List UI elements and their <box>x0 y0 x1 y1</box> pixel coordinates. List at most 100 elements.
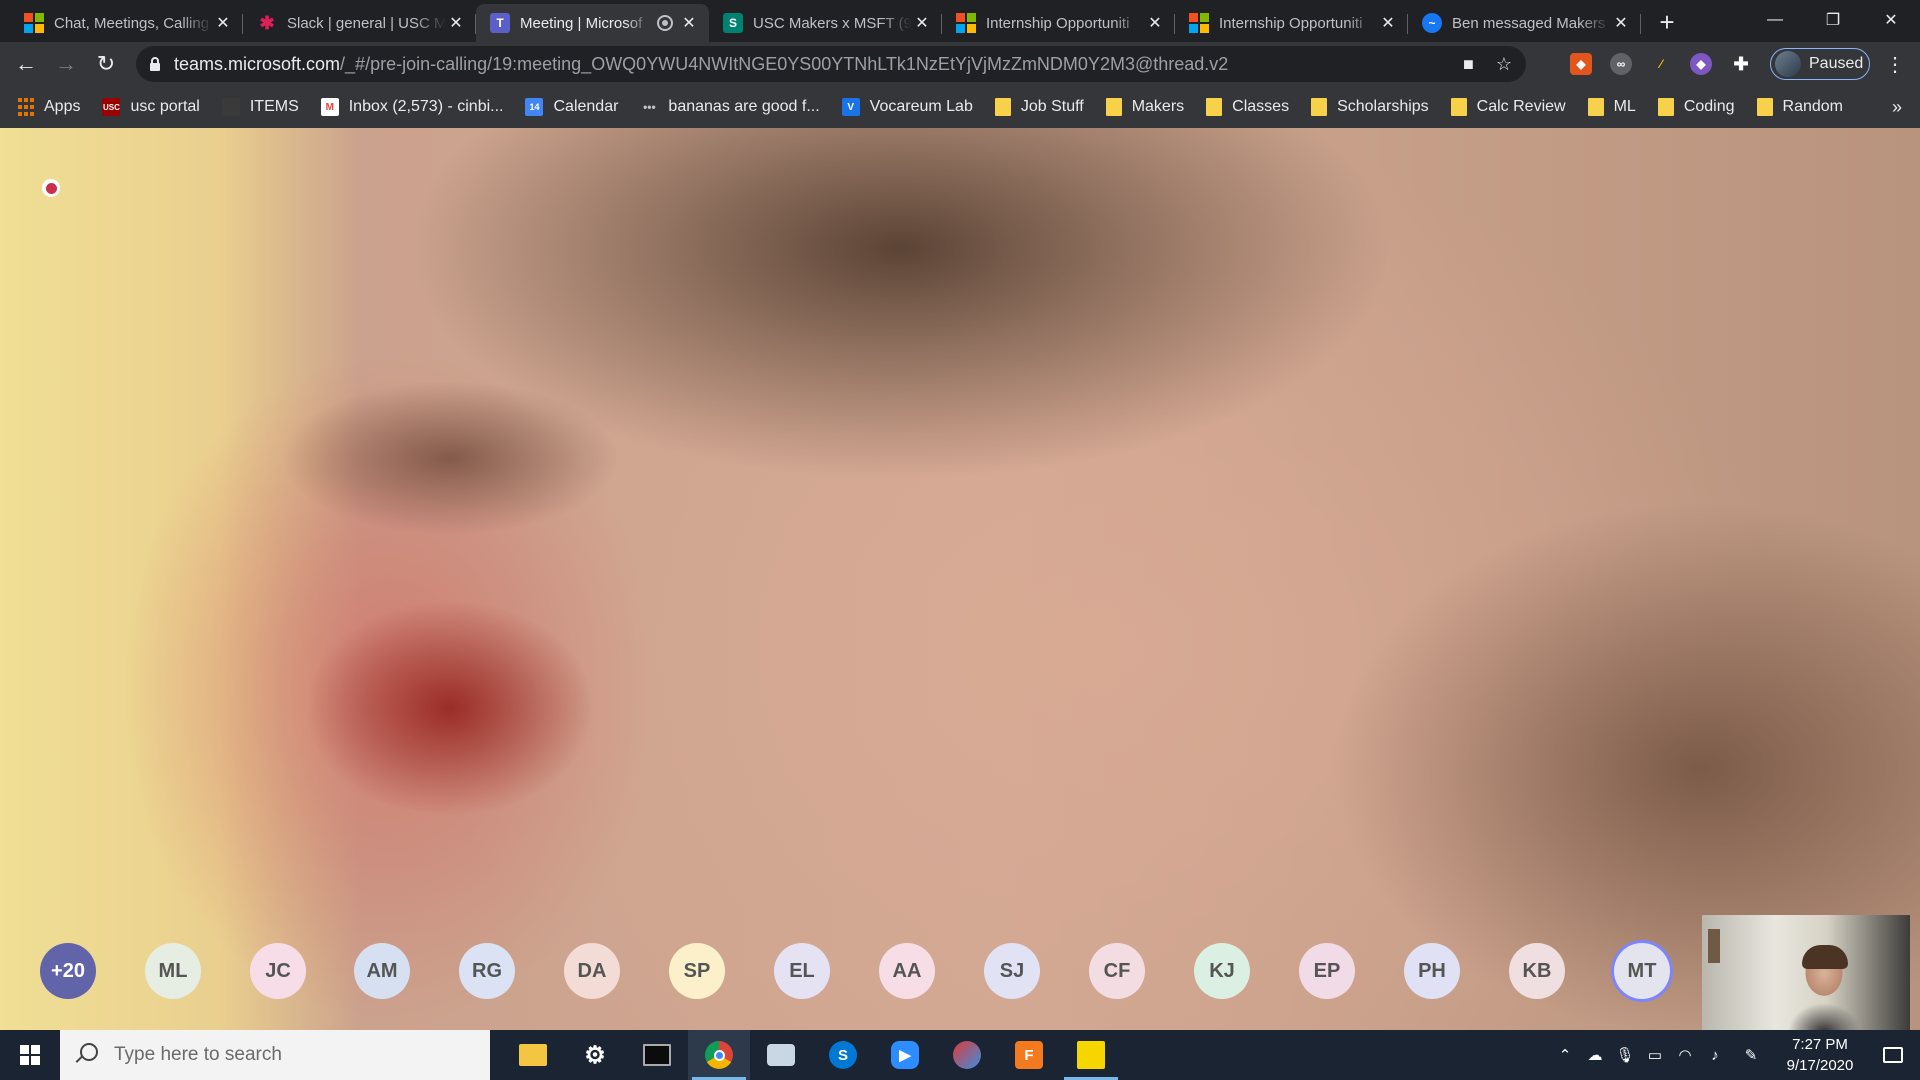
bookmark-bananas[interactable]: ••• bananas are good f... <box>640 91 829 123</box>
participant-avatar[interactable]: PH <box>1404 943 1460 999</box>
taskbar-app-paint[interactable] <box>936 1030 998 1080</box>
participant-avatar[interactable]: SP <box>669 943 725 999</box>
bookmark-folder-calc-review[interactable]: Calc Review <box>1450 91 1576 123</box>
microphone-icon[interactable]: 🎙 <box>1610 1030 1640 1080</box>
bookmark-items[interactable]: ITEMS <box>221 91 309 123</box>
tab-slack[interactable]: ✱ Slack | general | USC M ✕ <box>243 4 476 42</box>
participant-avatar[interactable]: AM <box>354 943 410 999</box>
bookmark-folder-random[interactable]: Random <box>1756 91 1853 123</box>
brave-shield-icon[interactable]: ◆ <box>1570 53 1592 75</box>
address-bar[interactable]: teams.microsoft.com/_#/pre-join-calling/… <box>136 46 1526 82</box>
tab-internship-2[interactable]: Internship Opportuniti ✕ <box>1175 4 1408 42</box>
participant-avatar[interactable]: EL <box>774 943 830 999</box>
calendar-icon: 14 <box>525 98 544 116</box>
close-icon[interactable]: ✕ <box>912 13 932 33</box>
wifi-icon[interactable]: ◠ <box>1670 1030 1700 1080</box>
close-icon[interactable]: ✕ <box>1145 13 1165 33</box>
taskbar-app-file-explorer[interactable] <box>502 1030 564 1080</box>
taskbar-app-sticky-notes[interactable] <box>1060 1030 1122 1080</box>
bookmark-folder-job-stuff[interactable]: Job Stuff <box>994 91 1094 123</box>
bookmark-label: Apps <box>44 98 81 115</box>
participant-avatar[interactable]: CF <box>1089 943 1145 999</box>
new-tab-button[interactable]: + <box>1651 6 1683 38</box>
battery-icon[interactable]: ▭ <box>1640 1030 1670 1080</box>
start-button[interactable] <box>0 1030 60 1080</box>
slack-icon: ✱ <box>259 12 275 33</box>
folder-icon <box>1206 98 1223 116</box>
close-icon[interactable]: ✕ <box>1611 13 1631 33</box>
reload-button[interactable]: ↻ <box>86 44 126 84</box>
participant-avatar[interactable]: KJ <box>1194 943 1250 999</box>
bookmark-folder-ml[interactable]: ML <box>1587 91 1646 123</box>
tab-usc-makers[interactable]: S USC Makers x MSFT (9/ ✕ <box>709 4 942 42</box>
taskbar-app-zoom[interactable]: ▶ <box>874 1030 936 1080</box>
participant-avatar[interactable]: RG <box>459 943 515 999</box>
lock-icon[interactable] <box>136 56 174 72</box>
tab-messenger[interactable]: ~ Ben messaged Makers ✕ <box>1408 4 1641 42</box>
grammar-extension-icon[interactable]: ∞ <box>1610 53 1632 75</box>
back-button[interactable]: ← <box>6 44 46 84</box>
folder-icon <box>1587 98 1604 116</box>
participant-avatar-active-speaker[interactable]: MT <box>1614 943 1670 999</box>
audio-playing-icon[interactable] <box>657 15 673 31</box>
bookmark-folder-classes[interactable]: Classes <box>1206 91 1299 123</box>
taskbar-app-chrome[interactable] <box>688 1030 750 1080</box>
bookmark-inbox[interactable]: M Inbox (2,573) - cinbi... <box>320 91 514 123</box>
taskbar-search-box[interactable]: Type here to search <box>60 1030 490 1080</box>
search-placeholder: Type here to search <box>114 1044 282 1065</box>
participant-avatar[interactable]: DA <box>564 943 620 999</box>
participant-avatar[interactable]: KB <box>1509 943 1565 999</box>
purple-extension-icon[interactable]: ◆ <box>1690 53 1712 75</box>
close-icon[interactable]: ✕ <box>679 13 699 33</box>
participant-avatar[interactable]: SJ <box>984 943 1040 999</box>
self-video-preview[interactable] <box>1702 915 1910 1030</box>
onedrive-cloud-icon[interactable]: ☁ <box>1580 1030 1610 1080</box>
tab-teams-meeting[interactable]: T Meeting | Microsof ✕ <box>476 4 709 42</box>
show-hidden-icons-chevron-icon[interactable]: ⌃ <box>1550 1030 1580 1080</box>
close-icon[interactable]: ✕ <box>446 13 466 33</box>
taskbar-clock[interactable]: 7:27 PM 9/17/2020 <box>1774 1034 1866 1076</box>
extensions-puzzle-icon[interactable]: ✚ <box>1730 53 1752 75</box>
minimize-button[interactable]: — <box>1746 0 1804 40</box>
bookmarks-overflow-icon[interactable]: » <box>1892 86 1902 128</box>
more-participants-button[interactable]: +20 <box>40 943 96 999</box>
bookmark-folder-makers[interactable]: Makers <box>1105 91 1194 123</box>
bookmark-vocareum[interactable]: V Vocareum Lab <box>841 91 983 123</box>
profile-button[interactable]: Paused <box>1770 48 1870 80</box>
bookmark-folder-coding[interactable]: Coding <box>1657 91 1745 123</box>
participant-initials: KB <box>1522 959 1552 982</box>
pen-icon[interactable]: ✎ <box>1736 1030 1766 1080</box>
taskbar-app-fusion[interactable]: F <box>998 1030 1060 1080</box>
action-center-button[interactable] <box>1866 1030 1920 1080</box>
tab-internship-1[interactable]: Internship Opportuniti ✕ <box>942 4 1175 42</box>
participant-initials: CF <box>1103 959 1131 982</box>
self-video-person <box>1802 945 1848 969</box>
bookmark-folder-scholarships[interactable]: Scholarships <box>1311 91 1439 123</box>
taskbar-app-settings[interactable]: ⚙ <box>564 1030 626 1080</box>
participant-avatar[interactable]: ML <box>145 943 201 999</box>
close-window-button[interactable]: ✕ <box>1862 0 1920 40</box>
tab-title: Internship Opportuniti <box>1219 14 1363 32</box>
url-text: teams.microsoft.com/_#/pre-join-calling/… <box>174 54 1228 75</box>
restore-button[interactable]: ❐ <box>1804 0 1862 40</box>
bookmark-star-icon[interactable]: ☆ <box>1496 54 1512 75</box>
participant-avatar[interactable]: EP <box>1299 943 1355 999</box>
bookmark-apps[interactable]: Apps <box>18 91 90 123</box>
taskbar-app-terminal[interactable] <box>626 1030 688 1080</box>
browser-tab-strip: Chat, Meetings, Calling ✕ ✱ Slack | gene… <box>0 0 1920 42</box>
forward-button[interactable]: → <box>46 44 86 84</box>
taskbar-app-skype[interactable]: S <box>812 1030 874 1080</box>
tab-chat-meetings[interactable]: Chat, Meetings, Calling ✕ <box>10 4 243 42</box>
participant-avatar[interactable]: JC <box>250 943 306 999</box>
participant-avatar[interactable]: AA <box>879 943 935 999</box>
camera-in-use-icon[interactable]: ■ <box>1463 54 1474 75</box>
close-icon[interactable]: ✕ <box>213 13 233 33</box>
more-menu-icon[interactable]: ⋮ <box>1880 42 1910 86</box>
tab-title: Meeting | Microsof <box>520 14 643 32</box>
volume-icon[interactable]: ♪ <box>1700 1030 1730 1080</box>
bookmark-calendar[interactable]: 14 Calendar <box>525 91 628 123</box>
close-icon[interactable]: ✕ <box>1378 13 1398 33</box>
taskbar-app-remote-desktop[interactable] <box>750 1030 812 1080</box>
color-picker-icon[interactable]: ⁄ <box>1650 53 1672 75</box>
bookmark-usc-portal[interactable]: USC usc portal <box>102 91 209 123</box>
